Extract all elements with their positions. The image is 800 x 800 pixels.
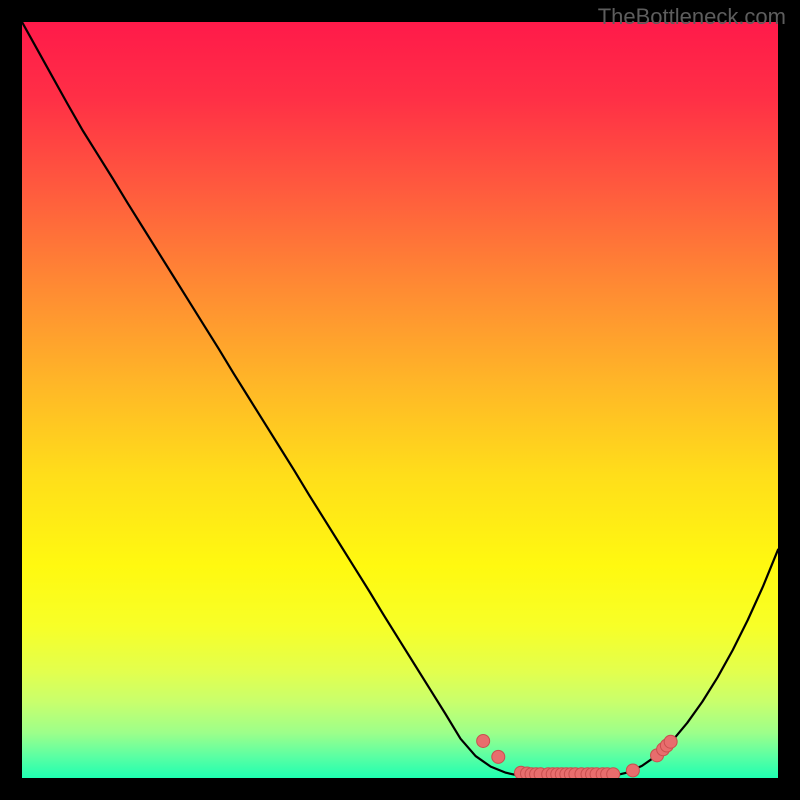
marker-group <box>477 734 677 778</box>
data-marker <box>492 750 505 763</box>
data-marker <box>626 764 639 777</box>
bottleneck-curve <box>22 22 778 778</box>
chart-frame: TheBottleneck.com <box>0 0 800 800</box>
data-marker <box>664 735 677 748</box>
data-marker <box>607 768 620 778</box>
watermark-text: TheBottleneck.com <box>598 4 786 30</box>
plot-curve-layer <box>22 22 778 778</box>
data-marker <box>477 734 490 747</box>
plot-area <box>22 22 778 778</box>
